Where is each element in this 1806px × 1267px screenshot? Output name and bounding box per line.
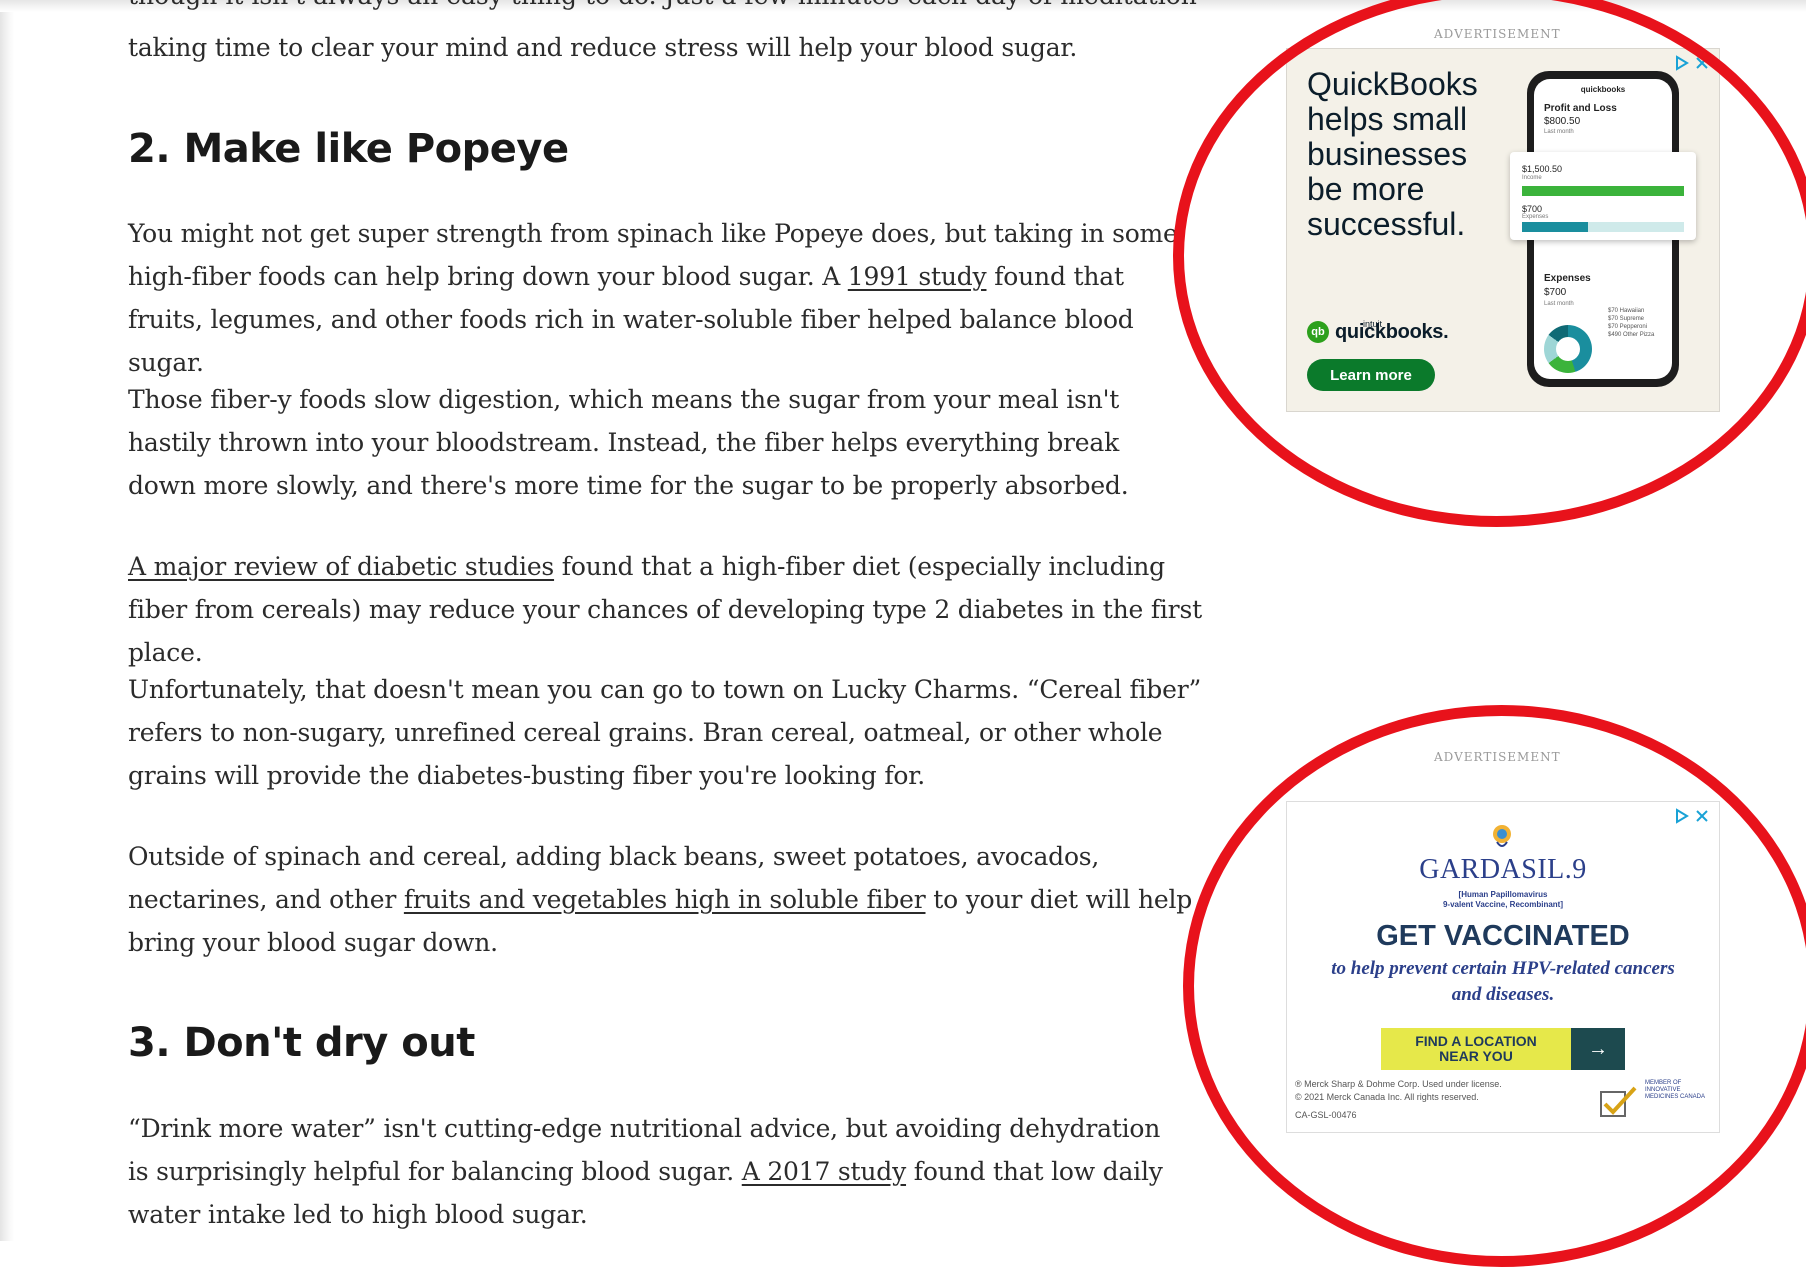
expenses-sub: Last month xyxy=(1544,301,1574,307)
phone-brand: quickbooks xyxy=(1580,85,1626,94)
cut-off-text: though it isn't always an easy thing to … xyxy=(128,0,1208,16)
gardasil-subtitle: [Human Papillomavirus 9-valent Vaccine, … xyxy=(1287,890,1719,910)
section-heading-popeye: 2. Make like Popeye xyxy=(128,126,569,172)
income-label: Income xyxy=(1522,175,1542,181)
link-major-review[interactable]: A major review of diabetic studies xyxy=(128,552,554,581)
link-fruits-vegetables[interactable]: fruits and vegetables high in soluble fi… xyxy=(404,885,926,914)
legal-text: ® Merck Sharp & Dohme Corp. Used under l… xyxy=(1295,1078,1555,1104)
legend-item: $70 Hawaiian xyxy=(1608,308,1645,314)
paragraph-dry-out-1: “Drink more water” isn't cutting-edge nu… xyxy=(128,1107,1188,1236)
income-bar xyxy=(1522,186,1684,196)
ad-headline: QuickBooks helps small businesses be mor… xyxy=(1307,66,1478,242)
quickbooks-wordmark: intuit quickbooks. xyxy=(1335,318,1449,344)
donut-legend: $70 Hawaiian $70 Supreme $70 Pepperoni $… xyxy=(1608,307,1668,339)
paragraph-popeye-4: Unfortunately, that doesn't mean you can… xyxy=(128,675,1202,790)
profit-loss-title: Profit and Loss xyxy=(1544,103,1617,114)
paragraph-popeye-5: Outside of spinach and cereal, adding bl… xyxy=(128,835,1208,964)
ad-label-2: ADVERTISEMENT xyxy=(1434,750,1561,764)
quickbooks-text: quickbooks. xyxy=(1335,320,1449,343)
find-location-button[interactable]: FIND A LOCATION NEAR YOU → xyxy=(1381,1028,1625,1070)
ad-label-1: ADVERTISEMENT xyxy=(1434,27,1561,41)
gardasil-logo-icon xyxy=(1493,825,1511,847)
expenses-amount: $700 xyxy=(1544,287,1567,298)
legal-line-1: ® Merck Sharp & Dohme Corp. Used under l… xyxy=(1295,1079,1502,1089)
legend-item: $490 Other Pizza xyxy=(1608,332,1655,338)
intuit-text: intuit xyxy=(1363,318,1383,329)
legal-line-2: © 2021 Merck Canada Inc. All rights rese… xyxy=(1295,1092,1479,1102)
find-location-line2: NEAR YOU xyxy=(1439,1048,1513,1064)
section-heading-dry-out: 3. Don't dry out xyxy=(128,1020,475,1066)
ad-code: CA-GSL-00476 xyxy=(1295,1110,1357,1120)
profit-loss-sub: Last month xyxy=(1544,129,1574,135)
checkmark-logo-icon xyxy=(1600,1086,1637,1117)
income-card: $1,500.50 Income $700 Expenses xyxy=(1510,152,1696,240)
arrow-right-icon: → xyxy=(1571,1028,1625,1070)
link-1991-study[interactable]: 1991 study xyxy=(848,262,987,291)
find-location-label: FIND A LOCATION NEAR YOU xyxy=(1381,1028,1571,1070)
link-2017-study[interactable]: A 2017 study xyxy=(742,1157,906,1186)
quickbooks-logo: qb intuit quickbooks. xyxy=(1307,317,1449,347)
profit-loss-amount: $800.50 xyxy=(1544,116,1581,127)
gardasil-ad[interactable]: GARDASIL.9 [Human Papillomavirus 9-valen… xyxy=(1286,801,1720,1133)
imc-logo-text: MEMBER OF INNOVATIVE MEDICINES CANADA xyxy=(1645,1080,1706,1100)
cut-off-line: though it isn't always an easy thing to … xyxy=(128,0,1208,16)
intro-paragraph: taking time to clear your mind and reduc… xyxy=(128,33,1078,62)
income-amount: $1,500.50 xyxy=(1522,164,1563,174)
paragraph-popeye-3: A major review of diabetic studies found… xyxy=(128,545,1203,674)
gardasil-subtitle-line2: 9-valent Vaccine, Recombinant] xyxy=(1442,900,1564,909)
window-edge-shadow xyxy=(0,0,14,1241)
legend-item: $70 Supreme xyxy=(1608,316,1645,322)
get-vaccinated-heading: GET VACCINATED xyxy=(1376,920,1630,952)
quickbooks-logo-icon: qb xyxy=(1307,321,1329,343)
gardasil-brand: GARDASIL.9 xyxy=(1419,854,1587,885)
gardasil-subtitle-line1: [Human Papillomavirus xyxy=(1458,890,1548,899)
adchoices-icon[interactable] xyxy=(1675,808,1711,828)
expenses-bar xyxy=(1522,222,1588,232)
legend-item: $70 Pepperoni xyxy=(1608,324,1648,330)
expenses-small-label: Expenses xyxy=(1522,214,1549,220)
find-location-line1: FIND A LOCATION xyxy=(1415,1033,1537,1049)
adchoices-close-icons xyxy=(1676,55,1708,71)
expenses-small-amount: $700 xyxy=(1522,204,1543,214)
adchoices-close-icons xyxy=(1676,808,1708,824)
gardasil-tagline: to help prevent certain HPV-related canc… xyxy=(1331,958,1675,1005)
paragraph-popeye-1: You might not get super strength from sp… xyxy=(128,212,1188,384)
paragraph-popeye-2: Those fiber-y foods slow digestion, whic… xyxy=(128,385,1129,500)
donut-chart xyxy=(1544,325,1592,373)
expenses-title: Expenses xyxy=(1544,273,1591,284)
adchoices-icon[interactable] xyxy=(1675,55,1711,75)
learn-more-button[interactable]: Learn more xyxy=(1307,359,1435,391)
